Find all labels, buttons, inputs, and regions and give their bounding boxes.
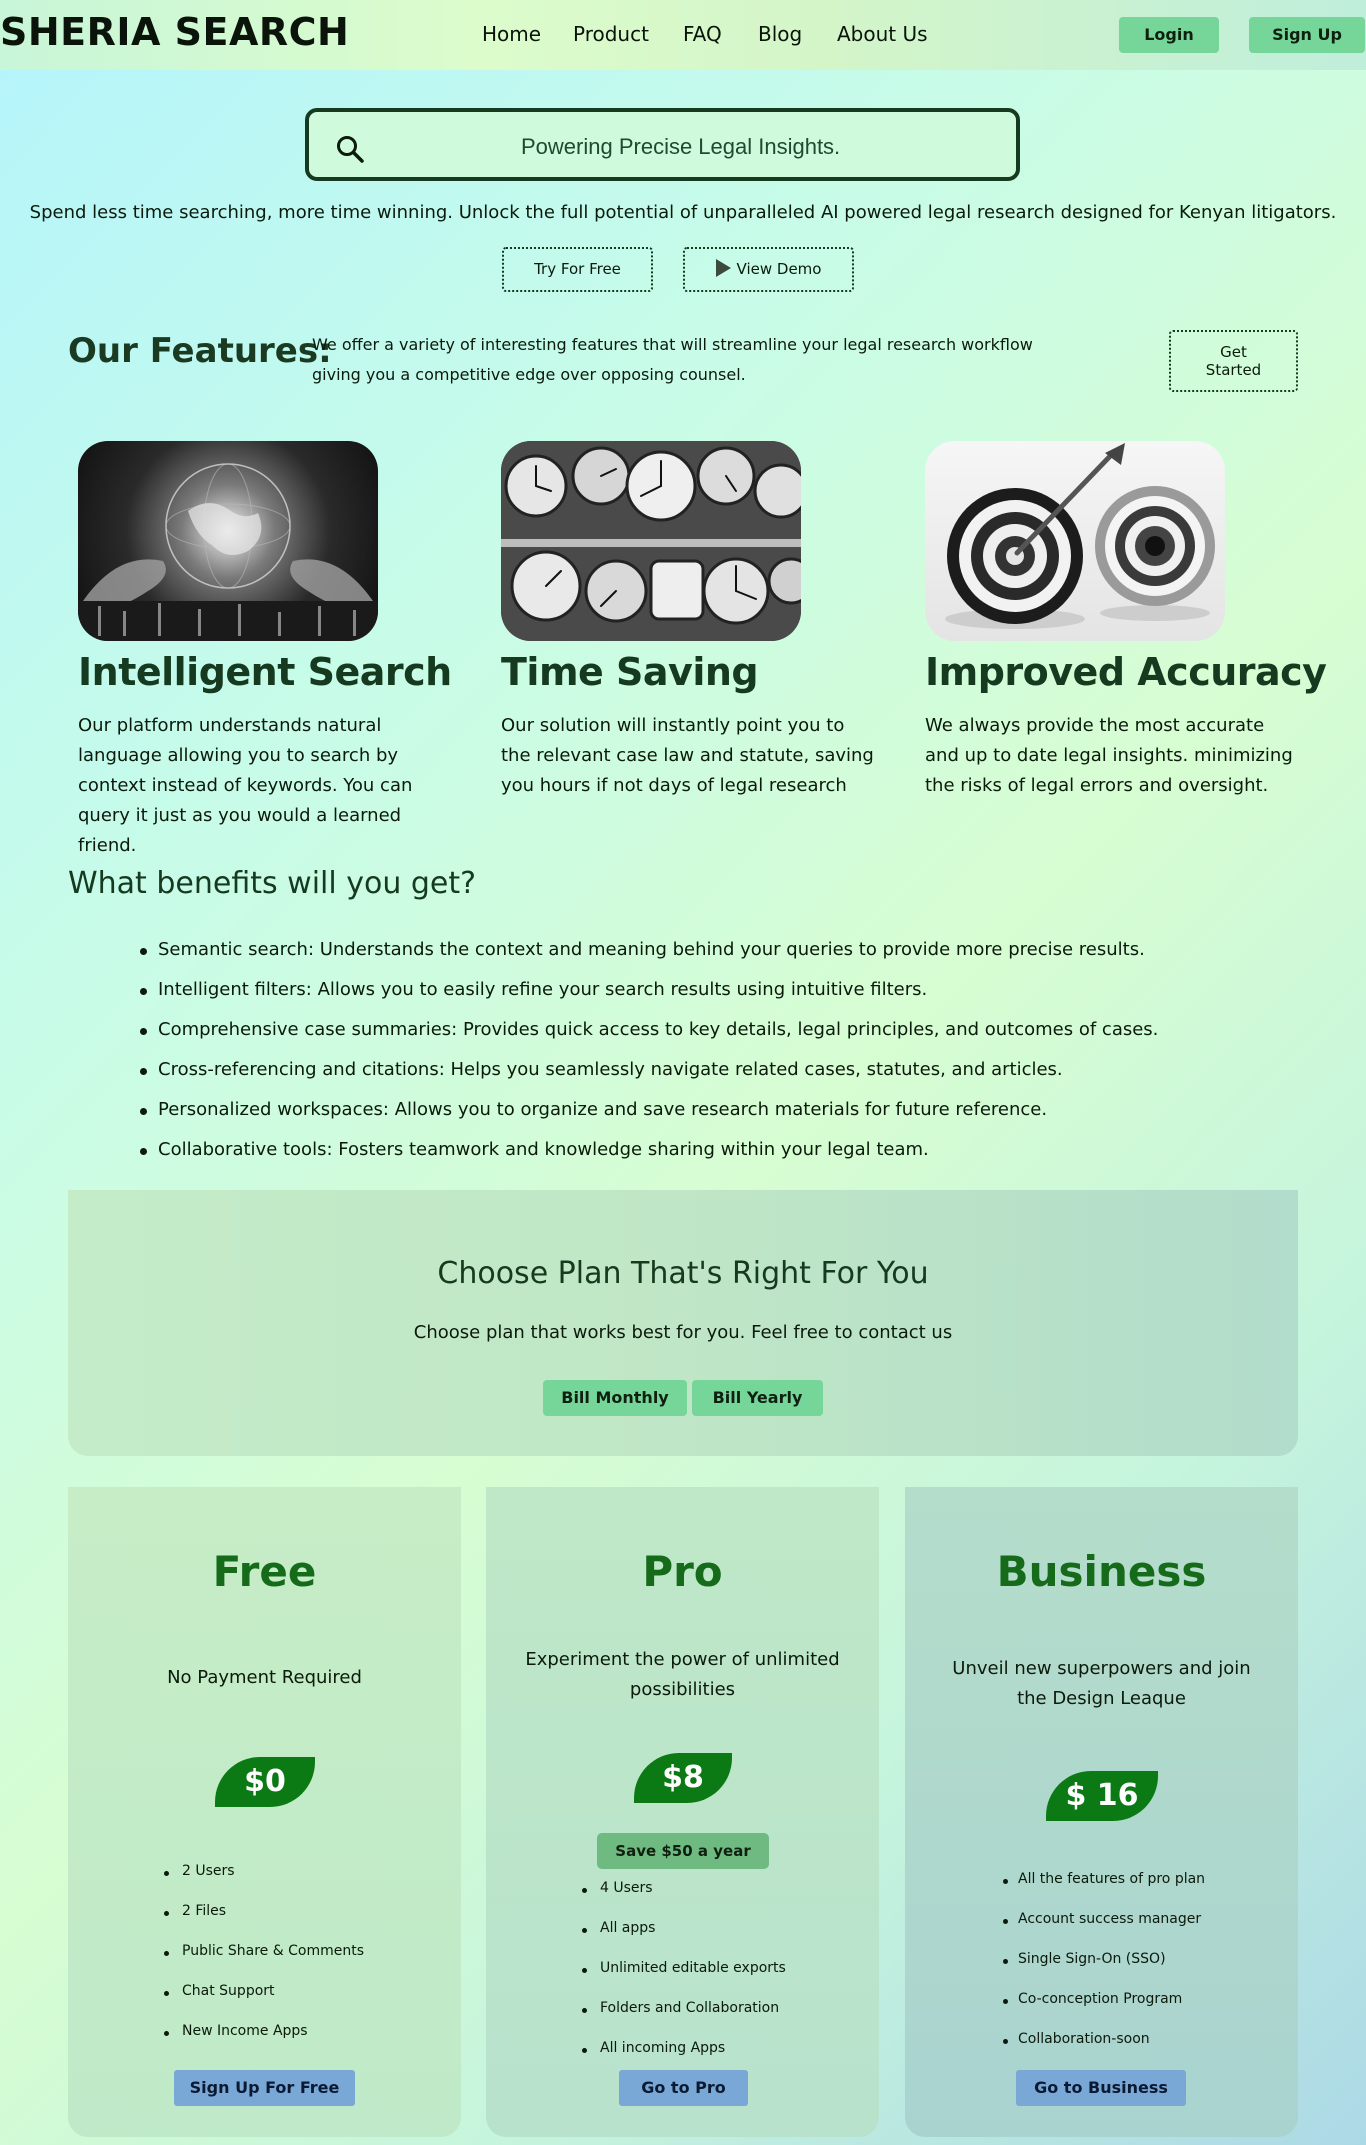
features-description: We offer a variety of interesting featur…	[312, 335, 1033, 384]
bullet-dot	[1003, 1879, 1008, 1884]
plan-subtitle: No Payment Required	[167, 1667, 362, 1688]
nav-product[interactable]: Product	[573, 22, 649, 46]
nav-home[interactable]: Home	[482, 22, 541, 46]
pricing-card-pro: Pro Experiment the power of unlimited po…	[486, 1487, 879, 2137]
bullet-dot	[1003, 1999, 1008, 2004]
plan-feature-item: Account success manager	[1018, 1911, 1202, 1927]
benefit-item: Collaborative tools: Fosters teamwork an…	[158, 1139, 929, 1160]
alarm-clocks-image	[501, 441, 801, 641]
plan-feature-item: New Income Apps	[182, 2023, 308, 2039]
plan-price: $8	[634, 1753, 732, 1803]
signup-free-button[interactable]: Sign Up For Free	[174, 2070, 355, 2106]
plan-name: Business	[996, 1547, 1207, 1596]
bullet-dot	[140, 988, 147, 995]
plans-subtitle: Choose plan that works best for you. Fee…	[413, 1322, 953, 1343]
bill-yearly-button[interactable]: Bill Yearly	[692, 1380, 823, 1416]
feature-title-time-saving: Time Saving	[501, 650, 759, 694]
plan-feature-item: 2 Files	[182, 1903, 227, 1919]
go-to-business-button[interactable]: Go to Business	[1016, 2070, 1186, 2106]
view-demo-label: View Demo	[736, 260, 822, 278]
bullet-dot	[140, 1068, 147, 1075]
plan-feature-item: All incoming Apps	[600, 2040, 726, 2056]
bullet-dot	[164, 2031, 169, 2036]
bullet-dot	[582, 1888, 587, 1893]
plan-feature-item: 2 Users	[182, 1863, 235, 1879]
benefit-item: Cross-referencing and citations: Helps y…	[158, 1059, 1063, 1080]
pricing-card-business: Business Unveil new superpowers and join…	[905, 1487, 1298, 2137]
go-to-pro-button[interactable]: Go to Pro	[619, 2070, 748, 2106]
bullet-dot	[164, 1911, 169, 1916]
pricing-card-free: Free No Payment Required $0 2 Users 2 Fi…	[68, 1487, 461, 2137]
feature-text-intelligent-search: Our platform understands natural languag…	[78, 715, 413, 856]
plan-feature-item: All apps	[600, 1920, 656, 1936]
bullet-dot	[164, 1951, 169, 1956]
bullet-dot	[1003, 1919, 1008, 1924]
feature-text-time-saving: Our solution will instantly point you to…	[501, 715, 874, 796]
bullet-dot	[582, 1928, 587, 1933]
bullet-dot	[140, 1148, 147, 1155]
benefit-item: Personalized workspaces: Allows you to o…	[158, 1099, 1048, 1120]
plan-feature-item: Collaboration-soon	[1018, 2031, 1150, 2047]
bullet-dot	[1003, 1959, 1008, 1964]
plan-subtitle: Experiment the power of unlimited possib…	[525, 1649, 840, 1700]
bullet-dot	[164, 1991, 169, 1996]
plan-price: $ 16	[1046, 1771, 1158, 1821]
feature-title-intelligent-search: Intelligent Search	[78, 650, 452, 694]
plan-feature-item: Unlimited editable exports	[600, 1960, 786, 1976]
plan-feature-item: Public Share & Comments	[182, 1943, 364, 1959]
plan-feature-item: Chat Support	[182, 1983, 275, 1999]
top-navbar: SHERIA SEARCH Home Product FAQ Blog Abou…	[0, 0, 1366, 70]
bullet-dot	[140, 1108, 147, 1115]
bullet-dot	[140, 1028, 147, 1035]
bullet-dot	[582, 2008, 587, 2013]
plan-price: $0	[215, 1757, 315, 1807]
benefit-item: Intelligent filters: Allows you to easil…	[158, 979, 928, 1000]
brand-logo[interactable]: SHERIA SEARCH	[0, 10, 349, 54]
features-heading: Our Features:	[68, 331, 332, 371]
feature-text-improved-accuracy: We always provide the most accurate and …	[925, 715, 1293, 796]
signup-button[interactable]: Sign Up	[1249, 17, 1365, 53]
search-input[interactable]: Powering Precise Legal Insights.	[521, 134, 840, 160]
bullet-dot	[582, 2048, 587, 2053]
benefit-item: Semantic search: Understands the context…	[158, 939, 1145, 960]
benefits-title: What benefits will you get?	[68, 866, 477, 901]
play-icon	[715, 259, 731, 277]
plans-title: Choose Plan That's Right For You	[437, 1256, 929, 1291]
globe-hands-image	[78, 441, 378, 641]
login-button[interactable]: Login	[1119, 17, 1219, 53]
plan-feature-item: 4 Users	[600, 1880, 653, 1896]
save-badge: Save $50 a year	[597, 1833, 769, 1869]
bullet-dot	[582, 1968, 587, 1973]
feature-title-improved-accuracy: Improved Accuracy	[925, 650, 1327, 694]
try-free-button[interactable]: Try For Free	[502, 247, 653, 292]
bullet-dot	[164, 1871, 169, 1876]
plan-name: Pro	[642, 1547, 723, 1596]
plan-feature-item: Single Sign-On (SSO)	[1018, 1951, 1166, 1967]
nav-about-us[interactable]: About Us	[837, 22, 928, 46]
dartboard-targets-image	[925, 441, 1225, 641]
nav-blog[interactable]: Blog	[758, 22, 802, 46]
plan-feature-item: Folders and Collaboration	[600, 2000, 780, 2016]
view-demo-button[interactable]: View Demo	[683, 247, 854, 292]
plan-feature-item: Co-conception Program	[1018, 1991, 1183, 2007]
get-started-button[interactable]: Get Started	[1169, 330, 1298, 392]
search-bar[interactable]: Powering Precise Legal Insights.	[305, 108, 1020, 181]
plan-subtitle: Unveil new superpowers and join the Desi…	[952, 1658, 1251, 1709]
get-started-label: Get Started	[1205, 343, 1262, 379]
benefit-item: Comprehensive case summaries: Provides q…	[158, 1019, 1159, 1040]
plan-name: Free	[212, 1547, 317, 1596]
plan-feature-item: All the features of pro plan	[1018, 1871, 1206, 1887]
bill-monthly-button[interactable]: Bill Monthly	[543, 1380, 687, 1416]
bullet-dot	[140, 948, 147, 955]
plans-header-panel: Choose Plan That's Right For You Choose …	[68, 1190, 1298, 1456]
hero-tagline: Spend less time searching, more time win…	[29, 202, 1337, 223]
nav-faq[interactable]: FAQ	[683, 22, 722, 46]
search-icon	[337, 136, 364, 163]
bullet-dot	[1003, 2039, 1008, 2044]
